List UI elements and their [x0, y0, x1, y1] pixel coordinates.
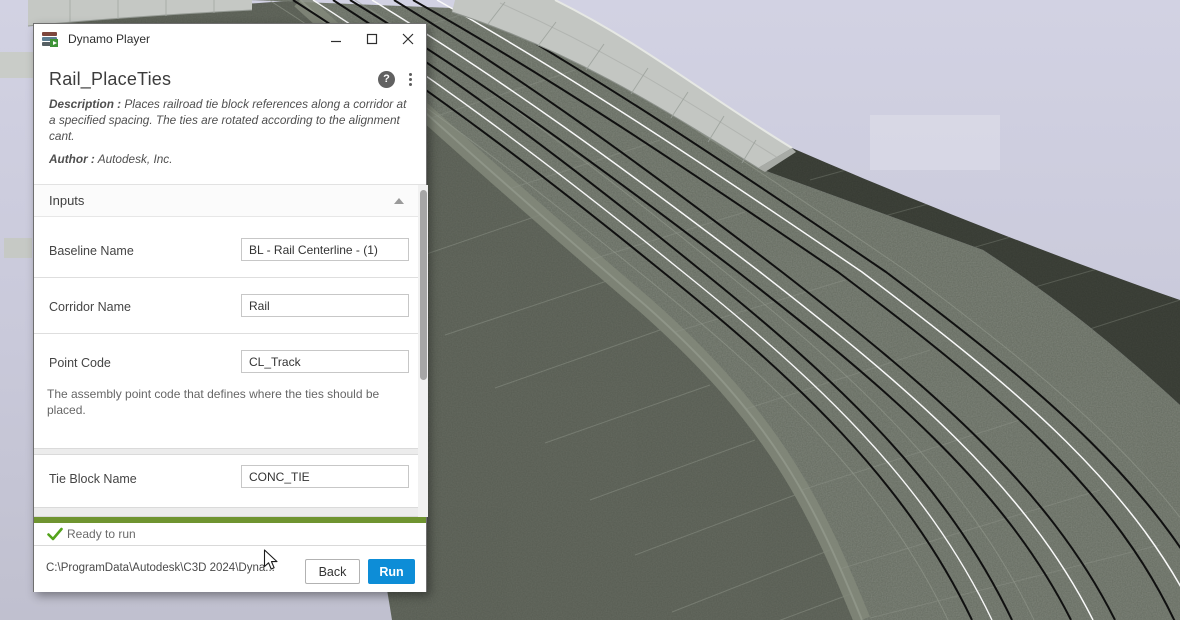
- field-label-tie-block-name: Tie Block Name: [49, 472, 137, 486]
- point-code-help-text: The assembly point code that defines whe…: [47, 386, 407, 418]
- script-description: Description : Places railroad tie block …: [49, 96, 413, 144]
- field-label-corridor-name: Corridor Name: [49, 300, 131, 314]
- window-title: Dynamo Player: [68, 32, 150, 46]
- section-separator: [34, 448, 426, 455]
- minimize-button[interactable]: [318, 24, 354, 54]
- scrollbar-thumb[interactable]: [420, 190, 427, 380]
- close-icon: [402, 33, 414, 45]
- point-code-input[interactable]: [241, 350, 409, 373]
- maximize-button[interactable]: [354, 24, 390, 54]
- collapse-arrow-icon[interactable]: [394, 198, 404, 204]
- check-icon: [47, 527, 63, 542]
- description-label: Description :: [49, 97, 121, 111]
- section-separator: [34, 507, 426, 517]
- close-button[interactable]: [390, 24, 426, 54]
- corridor-name-input[interactable]: [241, 294, 409, 317]
- field-label-point-code: Point Code: [49, 356, 111, 370]
- inputs-section-header[interactable]: Inputs: [34, 184, 426, 217]
- script-author: Author : Autodesk, Inc.: [49, 152, 413, 166]
- status-row: Ready to run: [34, 523, 426, 545]
- dynamo-player-dialog: Dynamo Player Rail_PlaceTies ? Descripti…: [33, 23, 427, 592]
- author-text: Autodesk, Inc.: [98, 152, 173, 166]
- inputs-section-title: Inputs: [49, 193, 84, 208]
- dynamo-player-icon: [42, 31, 59, 47]
- run-button[interactable]: Run: [368, 559, 415, 584]
- tie-block-name-input[interactable]: [241, 465, 409, 488]
- minimize-icon: [330, 33, 342, 45]
- title-bar[interactable]: Dynamo Player: [34, 24, 426, 54]
- maximize-icon: [366, 33, 378, 45]
- more-options-icon[interactable]: [407, 71, 414, 88]
- back-button[interactable]: Back: [305, 559, 360, 584]
- divider: [34, 333, 426, 334]
- baseline-name-input[interactable]: [241, 238, 409, 261]
- divider: [34, 277, 426, 278]
- mouse-cursor: [263, 549, 280, 572]
- footer-bar: C:\ProgramData\Autodesk\C3D 2024\Dyna...…: [34, 546, 426, 592]
- scrollbar-track[interactable]: [418, 185, 428, 517]
- field-label-baseline-name: Baseline Name: [49, 244, 134, 258]
- application-window: Dynamo Player Rail_PlaceTies ? Descripti…: [0, 0, 1180, 620]
- author-label: Author :: [49, 152, 95, 166]
- help-icon[interactable]: ?: [378, 71, 395, 88]
- status-message: Ready to run: [67, 527, 136, 541]
- script-path: C:\ProgramData\Autodesk\C3D 2024\Dyna...: [46, 562, 294, 574]
- script-title: Rail_PlaceTies: [49, 69, 171, 90]
